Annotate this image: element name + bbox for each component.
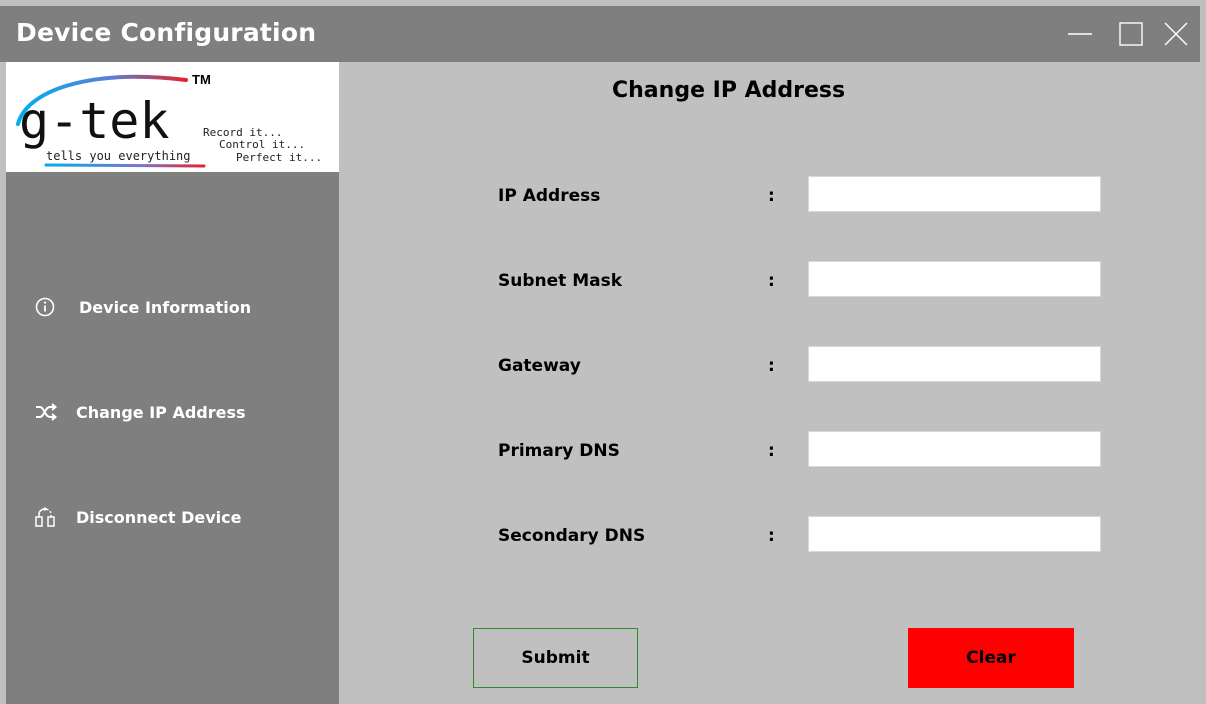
trademark-text: TM xyxy=(192,72,211,87)
gateway-field[interactable] xyxy=(808,346,1101,382)
subnet-mask-field[interactable] xyxy=(808,261,1101,297)
maximize-icon[interactable] xyxy=(1117,20,1145,48)
sidebar-item-device-information[interactable]: Device Information xyxy=(34,292,251,322)
logo-slogan-control: Control it... xyxy=(219,138,305,151)
page-title: Change IP Address xyxy=(612,78,846,103)
secondary-dns-colon: : xyxy=(768,526,775,546)
window-title: Device Configuration xyxy=(16,18,317,47)
gtek-logo: g-tek TM tells you everything Record it.… xyxy=(6,62,339,172)
sidebar-item-disconnect-device[interactable]: Disconnect Device xyxy=(34,502,241,532)
close-icon[interactable] xyxy=(1162,20,1190,48)
disconnect-icon xyxy=(34,506,62,528)
clear-button[interactable]: Clear xyxy=(908,628,1074,688)
ip-address-label: IP Address xyxy=(498,186,601,206)
primary-dns-field[interactable] xyxy=(808,431,1101,467)
logo-brand-text: g-tek xyxy=(19,92,170,150)
sidebar-item-label: Change IP Address xyxy=(76,402,246,422)
sidebar-item-label: Disconnect Device xyxy=(76,507,242,527)
logo-tagline: tells you everything xyxy=(46,149,191,163)
shuffle-icon xyxy=(34,401,62,423)
subnet-mask-label: Subnet Mask xyxy=(498,271,623,291)
title-bar[interactable]: Device Configuration xyxy=(0,6,1200,62)
primary-dns-colon: : xyxy=(768,441,775,461)
logo-slogan-perfect: Perfect it... xyxy=(236,151,322,164)
gateway-colon: : xyxy=(768,356,775,376)
info-icon xyxy=(34,296,62,318)
ip-address-field[interactable] xyxy=(808,176,1101,212)
sidebar: g-tek TM tells you everything Record it.… xyxy=(6,62,339,704)
secondary-dns-field[interactable] xyxy=(808,516,1101,552)
ip-address-colon: : xyxy=(768,186,775,206)
submit-button[interactable]: Submit xyxy=(473,628,638,688)
secondary-dns-label: Secondary DNS xyxy=(498,526,646,546)
subnet-mask-colon: : xyxy=(768,271,775,291)
sidebar-item-change-ip-address[interactable]: Change IP Address xyxy=(34,397,246,427)
gateway-label: Gateway xyxy=(498,356,581,376)
minimize-icon[interactable] xyxy=(1066,20,1094,48)
sidebar-item-label: Device Information xyxy=(79,297,252,317)
primary-dns-label: Primary DNS xyxy=(498,441,620,461)
